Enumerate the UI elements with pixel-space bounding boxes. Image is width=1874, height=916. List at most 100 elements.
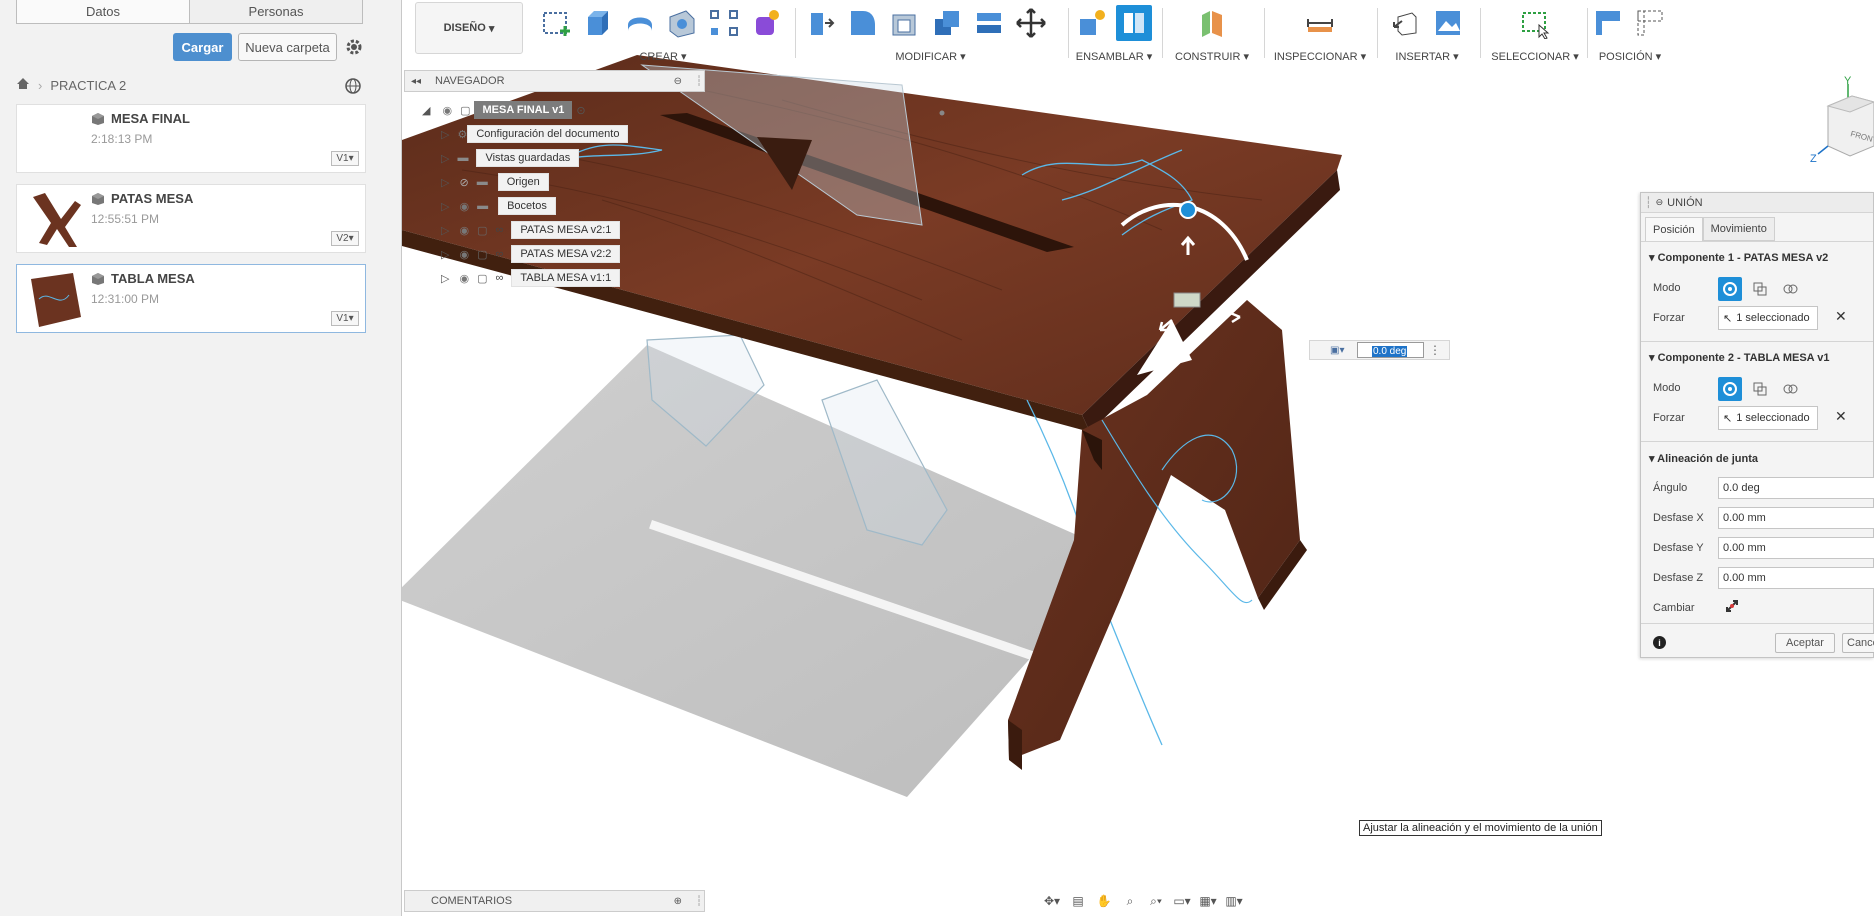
panel-grip-icon[interactable]: ┆ (696, 896, 702, 907)
extrude-icon[interactable] (580, 5, 616, 41)
clear-selection-icon[interactable]: ✕ (1835, 408, 1847, 425)
expand-arrow-icon[interactable]: ▷ (441, 152, 449, 165)
ok-button[interactable]: Aceptar (1775, 633, 1835, 653)
tab-movimiento[interactable]: Movimiento (1702, 217, 1775, 241)
visibility-eye-icon[interactable]: ◉ (459, 200, 469, 213)
insert-icon[interactable] (1388, 5, 1424, 41)
new-component-icon[interactable] (1074, 5, 1110, 41)
shell-icon[interactable] (887, 5, 923, 41)
expand-arrow-icon[interactable]: ▷ (441, 248, 449, 261)
more-options-icon[interactable]: ⋮ (1429, 343, 1441, 357)
workspace-dropdown[interactable]: DISEÑO ▾ (415, 2, 523, 54)
modificar-label[interactable]: MODIFICAR ▾ (803, 50, 1058, 63)
tab-personas[interactable]: Personas (189, 0, 362, 23)
collapse-icon[interactable]: ◂◂ (411, 76, 421, 87)
clear-selection-icon[interactable]: ✕ (1835, 308, 1847, 325)
joint-icon[interactable] (1116, 5, 1152, 41)
offset-x-field[interactable]: 0.00 mm (1718, 507, 1874, 529)
browser-item-label[interactable]: PATAS MESA v2:2 (511, 245, 621, 263)
mode-two-faces-icon[interactable] (1778, 277, 1802, 301)
ensamblar-label[interactable]: ENSAMBLAR ▾ (1074, 50, 1154, 63)
pin-icon[interactable]: ⊖ (674, 76, 682, 87)
pan-icon[interactable]: ✋ (1093, 892, 1115, 910)
press-pull-icon[interactable] (803, 5, 839, 41)
fit-icon[interactable]: ⌕▾ (1145, 892, 1167, 910)
home-icon[interactable] (16, 77, 30, 93)
browser-item-label[interactable]: Vistas guardadas (476, 149, 580, 167)
browser-item-label[interactable]: TABLA MESA v1:1 (511, 269, 621, 287)
mode-simple-icon[interactable] (1718, 377, 1742, 401)
angle-field[interactable]: 0.0 deg (1718, 477, 1874, 499)
panel-grip-icon[interactable]: ┆ (696, 76, 702, 87)
activate-radio-icon[interactable]: ⊙ (576, 104, 585, 117)
expand-arrow-icon[interactable]: ▷ (441, 272, 449, 285)
mode-between-icon[interactable] (1748, 277, 1772, 301)
component1-section[interactable]: ▾ Componente 1 - PATAS MESA v2 (1649, 251, 1828, 264)
dialog-toggle-icon[interactable]: ⊖ (1656, 197, 1664, 208)
insertar-label[interactable]: INSERTAR ▾ (1382, 50, 1472, 63)
expand-arrow-icon[interactable]: ▷ (441, 224, 449, 237)
combine-icon[interactable] (929, 5, 965, 41)
browser-item-label[interactable]: Bocetos (498, 197, 556, 215)
version-badge[interactable]: V1 ▾ (331, 311, 359, 326)
gear-icon[interactable] (343, 36, 365, 58)
pattern-icon[interactable] (706, 5, 742, 41)
new-folder-button[interactable]: Nueva carpeta (238, 33, 337, 61)
browser-item-label[interactable]: Configuración del documento (467, 125, 629, 143)
visibility-eye-icon[interactable]: ◉ (459, 272, 469, 285)
component2-section[interactable]: ▾ Componente 2 - TABLA MESA v1 (1649, 351, 1830, 364)
snap-selection-2[interactable]: ↖ 1 seleccionado (1718, 406, 1818, 430)
upload-button[interactable]: Cargar (173, 33, 232, 61)
offset-z-field[interactable]: 0.00 mm (1718, 567, 1874, 589)
sketch-icon[interactable] (538, 5, 574, 41)
visibility-eye-icon[interactable]: ◉ (442, 104, 452, 117)
measure-icon[interactable] (1302, 5, 1338, 41)
tab-posicion[interactable]: Posición (1645, 217, 1703, 241)
revolve-icon[interactable] (622, 5, 658, 41)
collapse-arrow-icon[interactable]: ◢ (422, 104, 430, 117)
visibility-eye-icon[interactable]: ◉ (459, 224, 469, 237)
browser-item-origin[interactable]: ▷ ⊘ ▬ Origen (441, 172, 549, 192)
flip-icon[interactable] (1724, 598, 1740, 617)
info-icon[interactable]: i (1653, 636, 1666, 649)
revert-position-icon[interactable] (1632, 5, 1668, 41)
file-card-mesa-final[interactable]: MESA FINAL 2:18:13 PM V1 ▾ (16, 104, 366, 173)
browser-item-settings[interactable]: ▷ ⚙ Configuración del documento (441, 124, 629, 144)
expand-arrow-icon[interactable]: ▷ (441, 176, 449, 189)
browser-item-component[interactable]: ▷ ◉ ▢ ∞ PATAS MESA v2:1 (441, 220, 621, 240)
cancel-button[interactable]: Cancelar (1842, 633, 1874, 653)
grid-settings-icon[interactable]: ▦▾ (1197, 892, 1219, 910)
snap-selection-1[interactable]: ↖ 1 seleccionado (1718, 306, 1818, 330)
look-at-icon[interactable]: ▤ (1067, 892, 1089, 910)
split-icon[interactable] (971, 5, 1007, 41)
select-icon[interactable] (1517, 5, 1553, 41)
version-badge[interactable]: V2 ▾ (331, 231, 359, 246)
file-card-patas-mesa[interactable]: PATAS MESA 12:55:51 PM V2 ▾ (16, 184, 366, 253)
plane-icon[interactable] (1194, 5, 1230, 41)
viewports-icon[interactable]: ▥▾ (1223, 892, 1245, 910)
offset-y-field[interactable]: 0.00 mm (1718, 537, 1874, 559)
browser-item-label[interactable]: Origen (497, 173, 549, 191)
fillet-icon[interactable] (845, 5, 881, 41)
inspeccionar-label[interactable]: INSPECCIONAR ▾ (1270, 50, 1370, 63)
add-comment-icon[interactable]: ⊕ (674, 896, 682, 907)
browser-item-component[interactable]: ▷ ◉ ▢ ∞ PATAS MESA v2:2 (441, 244, 621, 264)
root-component-label[interactable]: MESA FINAL v1 (474, 101, 573, 119)
angle-input[interactable]: 0.0 deg (1357, 342, 1424, 358)
alignment-section[interactable]: ▾ Alineación de junta (1649, 452, 1758, 465)
image-icon[interactable]: ▣▾ (1330, 345, 1344, 356)
zoom-icon[interactable]: ⌕ (1119, 892, 1141, 910)
decal-icon[interactable] (1430, 5, 1466, 41)
seleccionar-label[interactable]: SELECCIONAR ▾ (1485, 50, 1585, 63)
mode-two-faces-icon[interactable] (1778, 377, 1802, 401)
capture-position-icon[interactable] (1590, 5, 1626, 41)
visibility-hidden-icon[interactable]: ⊘ (459, 176, 468, 189)
breadcrumb-project[interactable]: PRACTICA 2 (50, 78, 126, 93)
dialog-title-bar[interactable]: ┆ ⊖ UNIÓN (1641, 193, 1873, 213)
browser-root[interactable]: ◢ ◉ ▢ MESA FINAL v1 ⊙ (422, 100, 586, 120)
browser-item-label[interactable]: PATAS MESA v2:1 (511, 221, 621, 239)
construir-label[interactable]: CONSTRUIR ▾ (1167, 50, 1257, 63)
crear-label[interactable]: CREAR ▾ (538, 50, 788, 63)
visibility-eye-icon[interactable]: ◉ (459, 248, 469, 261)
display-settings-icon[interactable]: ▭▾ (1171, 892, 1193, 910)
